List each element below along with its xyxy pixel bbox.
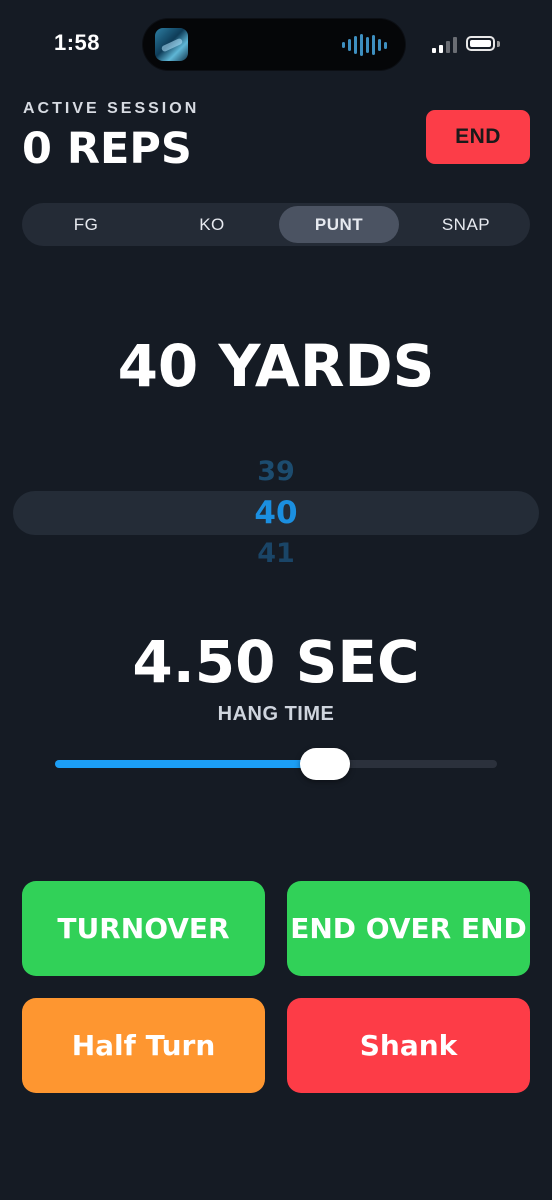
cellular-signal-icon: [432, 37, 457, 53]
hang-time-label: HANG TIME: [217, 703, 335, 725]
picker-option-next[interactable]: 41: [0, 538, 552, 562]
half-turn-button[interactable]: Half Turn: [22, 998, 265, 1093]
tab-snap[interactable]: SNAP: [406, 206, 526, 243]
shank-button[interactable]: Shank: [287, 998, 530, 1093]
hang-time-slider[interactable]: [55, 760, 497, 768]
tab-punt[interactable]: PUNT: [279, 206, 399, 243]
hang-time-value: 4.50 SEC: [132, 628, 420, 696]
tab-ko[interactable]: KO: [152, 206, 272, 243]
battery-icon: [466, 36, 495, 51]
tab-fg[interactable]: FG: [26, 206, 146, 243]
status-time: 1:58: [54, 30, 101, 55]
session-label: ACTIVE SESSION: [23, 100, 200, 117]
rep-count: 0 REPS: [22, 124, 192, 174]
picker-option-prev[interactable]: 39: [0, 456, 552, 487]
battery-cap-icon: [497, 41, 500, 47]
audio-waveform-icon: [342, 34, 387, 56]
kick-type-tabs: FG KO PUNT SNAP: [22, 203, 530, 246]
end-session-button[interactable]: END: [426, 110, 530, 164]
turnover-button[interactable]: TURNOVER: [22, 881, 265, 976]
end-over-end-button[interactable]: END OVER END: [287, 881, 530, 976]
dynamic-island[interactable]: [143, 19, 405, 70]
status-bar: 1:58: [0, 0, 552, 90]
now-playing-app-icon: [155, 28, 188, 61]
distance-display: 40 YARDS: [117, 332, 435, 400]
slider-thumb[interactable]: [300, 748, 350, 780]
picker-option-selected[interactable]: 40: [0, 495, 552, 531]
slider-fill: [55, 760, 310, 768]
